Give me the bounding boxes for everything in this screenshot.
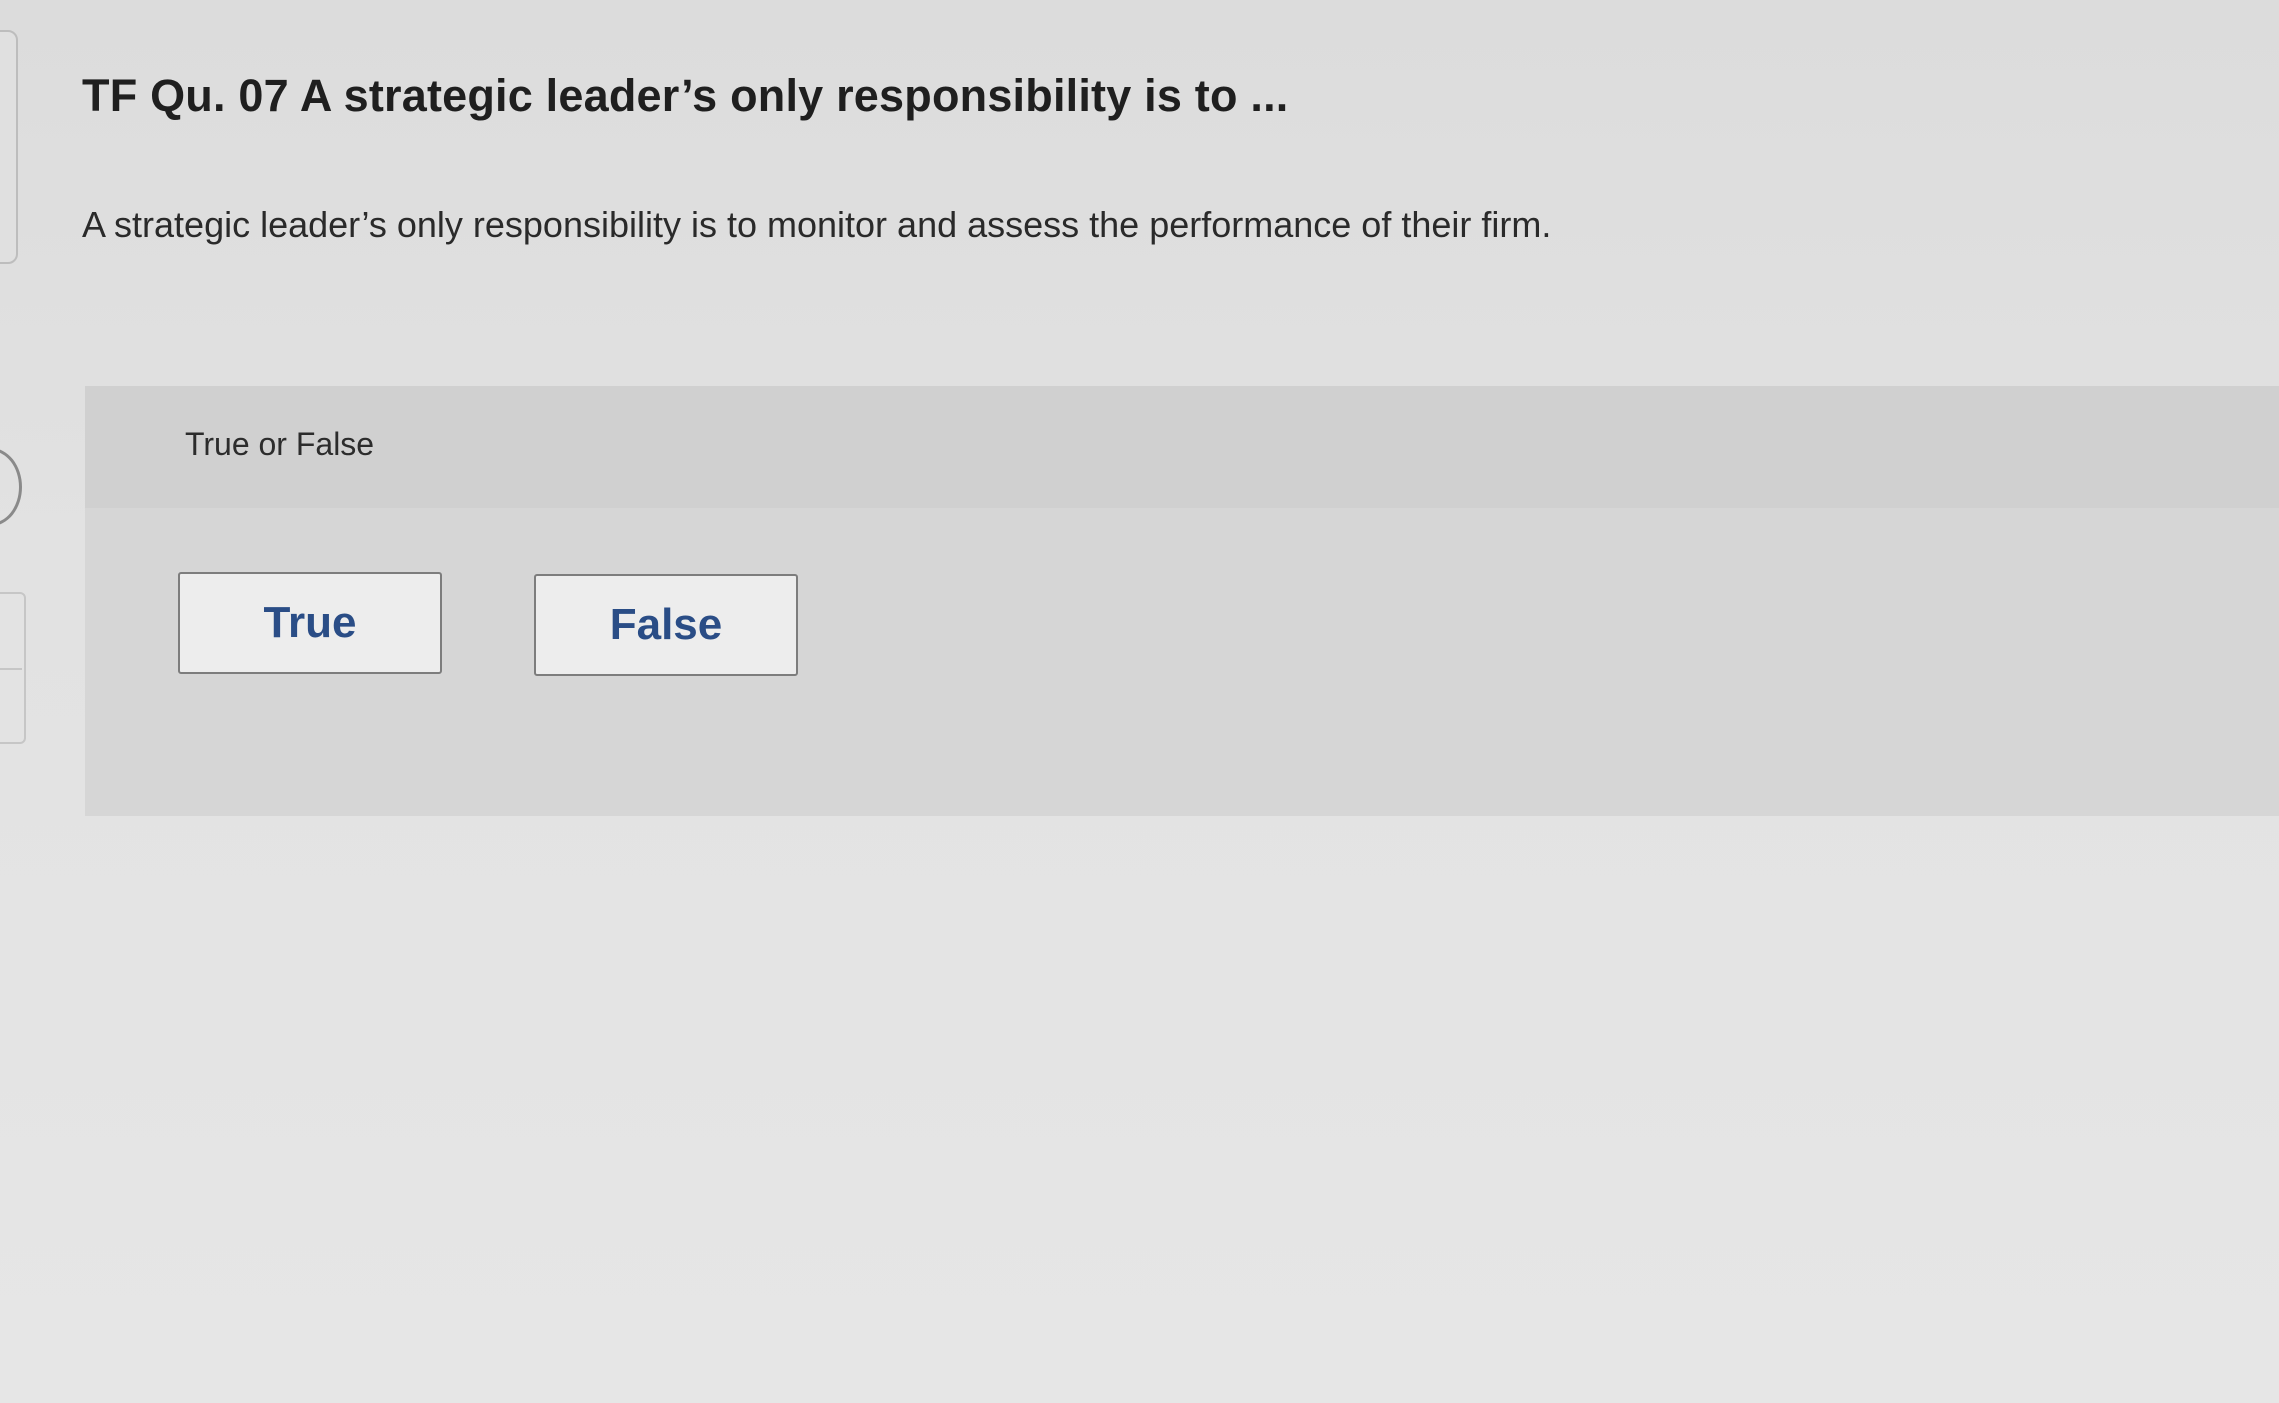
- true-button[interactable]: True: [178, 572, 442, 674]
- left-edge-tab-divider: [0, 668, 22, 670]
- question-text: A strategic leader’s only responsibility…: [82, 204, 1552, 245]
- false-button[interactable]: False: [534, 574, 798, 676]
- left-edge-card: [0, 30, 18, 264]
- answer-instruction: True or False: [185, 426, 375, 462]
- answer-panel: True or False True False: [85, 386, 2279, 816]
- left-edge-round-button[interactable]: [0, 448, 22, 526]
- question-title: TF Qu. 07 A strategic leader’s only resp…: [82, 70, 1289, 121]
- answer-panel-header: True or False: [85, 386, 2279, 508]
